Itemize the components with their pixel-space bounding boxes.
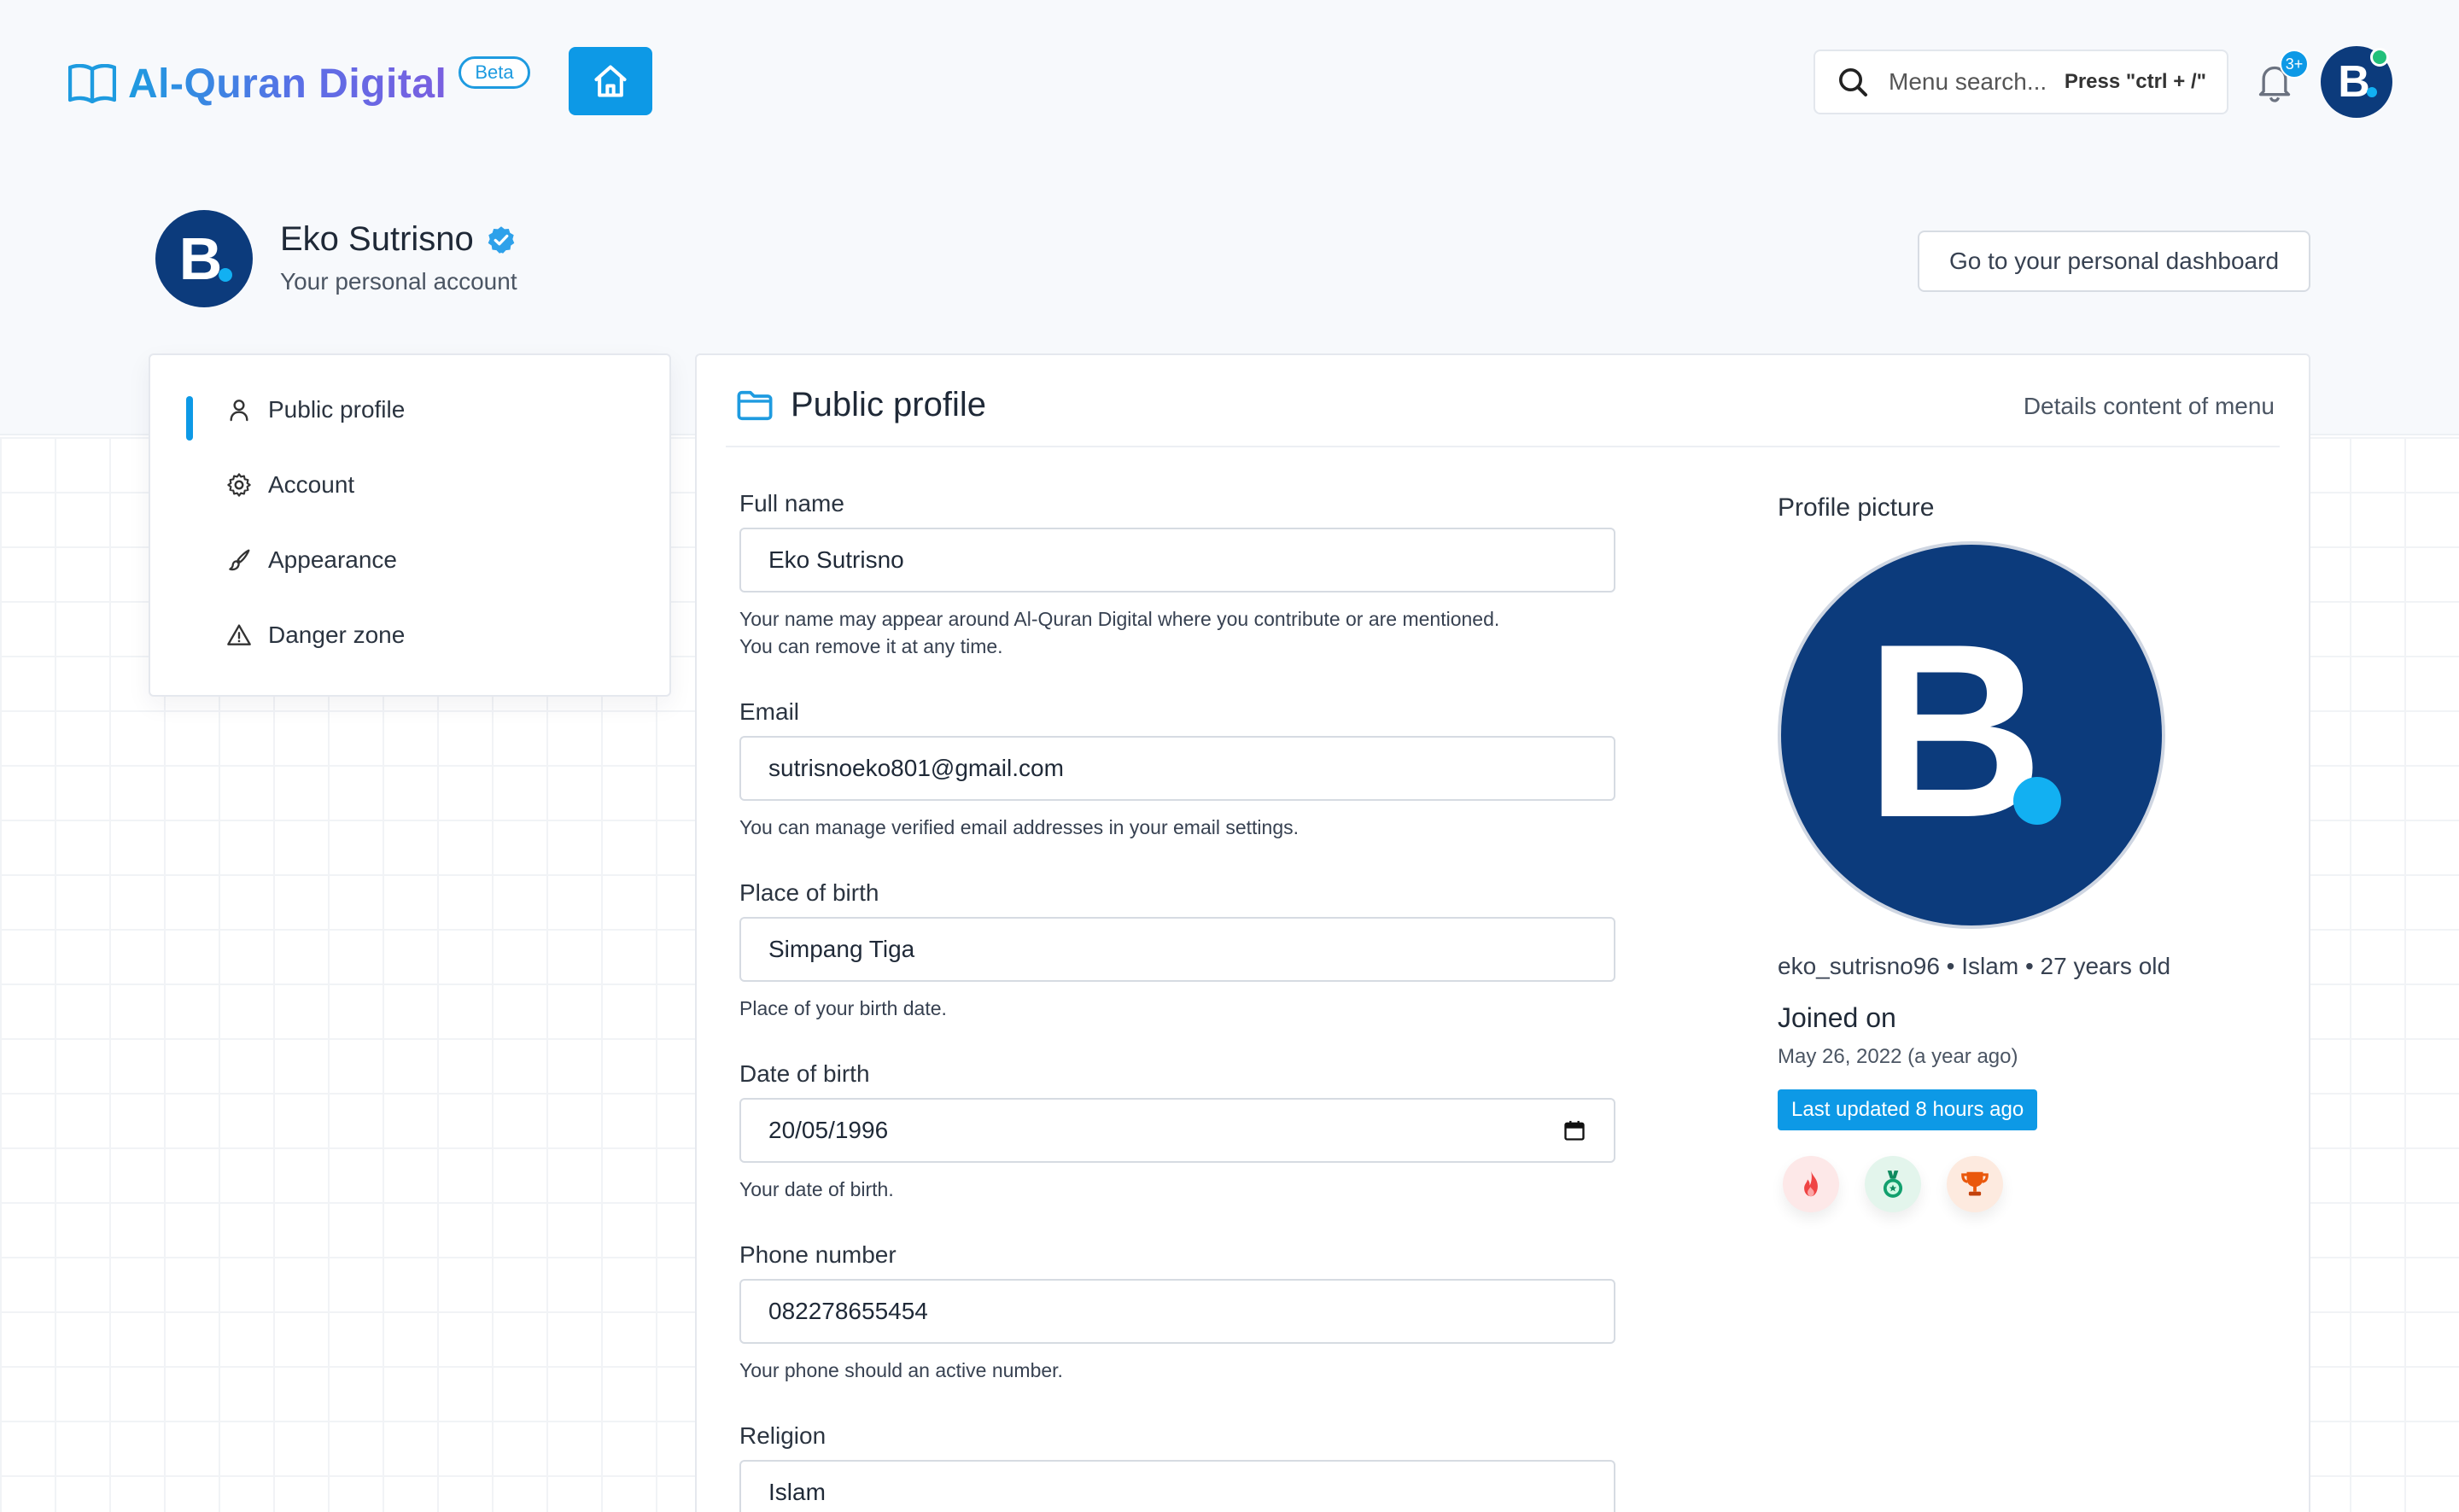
card-title: Public profile	[736, 386, 986, 424]
full-name-field: Full name Eko Sutrisno Your name may app…	[739, 490, 1615, 661]
verified-badge-icon	[488, 225, 515, 254]
phone-number-input[interactable]: 082278655454	[739, 1279, 1615, 1344]
religion-field: Religion Islam	[739, 1422, 1615, 1512]
field-value: Simpang Tiga	[768, 936, 915, 962]
phone-number-field: Phone number 082278655454 Your phone sho…	[739, 1241, 1615, 1385]
menu-search[interactable]: Press "ctrl + /"	[1814, 50, 2228, 114]
profile-name-text: Eko Sutrisno	[280, 220, 474, 258]
field-label: Religion	[739, 1422, 826, 1449]
sidebar-item-account[interactable]: Account	[150, 459, 669, 511]
medal-icon	[1883, 1170, 1903, 1198]
field-value: Islam	[768, 1479, 826, 1505]
brand-name: Al-Quran Digital	[128, 61, 447, 107]
place-of-birth-input[interactable]: Simpang Tiga	[739, 917, 1615, 982]
warning-icon	[227, 624, 251, 645]
search-shortcut-hint: Press "ctrl + /"	[2064, 70, 2206, 93]
card-details-text: Details content of menu	[2023, 393, 2275, 419]
field-label: Full name	[739, 490, 844, 517]
achievement-fire[interactable]	[1783, 1156, 1839, 1212]
fire-icon	[1804, 1170, 1818, 1197]
sidebar-item-danger-zone[interactable]: Danger zone	[150, 610, 669, 661]
date-of-birth-field: Date of birth 20/05/1996 Your date of bi…	[739, 1060, 1615, 1204]
field-help-line: Your name may appear around Al-Quran Dig…	[739, 608, 1500, 630]
date-of-birth-input[interactable]: 20/05/1996	[739, 1098, 1615, 1163]
search-icon	[1839, 68, 1867, 96]
active-indicator	[186, 396, 193, 441]
sidebar-item-label: Public profile	[268, 396, 406, 423]
field-value: 082278655454	[768, 1298, 928, 1324]
brush-icon	[229, 549, 250, 571]
field-help: Your date of birth.	[739, 1178, 894, 1200]
field-value: 20/05/1996	[768, 1117, 889, 1143]
field-label: Date of birth	[739, 1060, 870, 1087]
online-status-dot	[2370, 48, 2389, 67]
joined-title: Joined on	[1778, 1002, 1896, 1033]
calendar-icon[interactable]	[1562, 1118, 1586, 1142]
settings-sidebar: Public profile Account Appearance Danger…	[149, 353, 671, 697]
profile-name: Eko Sutrisno	[280, 220, 517, 259]
profile-avatar: B	[155, 210, 253, 307]
home-button[interactable]	[569, 47, 652, 115]
notification-badge: 3+	[2280, 50, 2309, 79]
sidebar-item-label: Danger zone	[268, 622, 406, 648]
field-value: Eko Sutrisno	[768, 546, 904, 573]
avatar-dot	[2367, 87, 2377, 97]
card-divider	[726, 446, 2280, 447]
public-profile-card: Public profile Details content of menu F…	[695, 353, 2310, 1512]
field-value: sutrisnoeko801@gmail.com	[768, 755, 1064, 781]
field-help: You can manage verified email addresses …	[739, 816, 1300, 838]
sidebar-item-label: Account	[268, 471, 355, 498]
email-input[interactable]: sutrisnoeko801@gmail.com	[739, 736, 1615, 801]
user-icon	[230, 400, 248, 422]
field-label: Place of birth	[739, 879, 879, 906]
achievement-medal[interactable]	[1865, 1156, 1921, 1212]
full-name-input[interactable]: Eko Sutrisno	[739, 528, 1615, 593]
email-field: Email sutrisnoeko801@gmail.com You can m…	[739, 698, 1615, 842]
field-label: Phone number	[739, 1241, 897, 1268]
personal-dashboard-button[interactable]: Go to your personal dashboard	[1918, 231, 2310, 292]
field-help: Your name may appear around Al-Quran Dig…	[739, 604, 1615, 661]
field-label: Email	[739, 698, 800, 725]
field-help: Your phone should an active number.	[739, 1359, 1063, 1381]
avatar-letter: B	[2338, 57, 2370, 107]
achievement-trophy[interactable]	[1947, 1156, 2003, 1212]
sidebar-item-public-profile[interactable]: Public profile	[150, 384, 669, 441]
profile-meta: eko_sutrisno96 • Islam • 27 years old	[1778, 953, 2171, 979]
folder-icon	[737, 390, 773, 420]
profile-picture[interactable]: B	[1778, 541, 2165, 929]
religion-input[interactable]: Islam	[739, 1460, 1615, 1512]
avatar-letter: B	[178, 225, 223, 292]
joined-date: May 26, 2022 (a year ago)	[1778, 1045, 2018, 1068]
avatar-letter: B	[1865, 593, 2044, 869]
profile-picture-label: Profile picture	[1778, 493, 1935, 522]
gear-icon	[227, 473, 251, 497]
home-icon	[594, 65, 627, 97]
field-help-line: You can remove it at any time.	[739, 635, 1003, 657]
sidebar-item-appearance[interactable]: Appearance	[150, 534, 669, 586]
beta-badge: Beta	[459, 56, 530, 89]
sidebar-item-label: Appearance	[268, 546, 398, 573]
search-input[interactable]	[1889, 68, 2059, 96]
place-of-birth-field: Place of birth Simpang Tiga Place of you…	[739, 879, 1615, 1023]
profile-subtitle: Your personal account	[280, 268, 517, 295]
field-help: Place of your birth date.	[739, 997, 947, 1019]
brand[interactable]: Al-Quran Digital Beta	[68, 53, 530, 114]
book-open-icon	[68, 64, 116, 103]
card-title-text: Public profile	[791, 386, 987, 423]
avatar-dot	[2013, 777, 2061, 825]
trophy-icon	[1961, 1171, 1989, 1196]
avatar-dot	[219, 268, 232, 282]
last-updated-badge: Last updated 8 hours ago	[1778, 1089, 2038, 1130]
